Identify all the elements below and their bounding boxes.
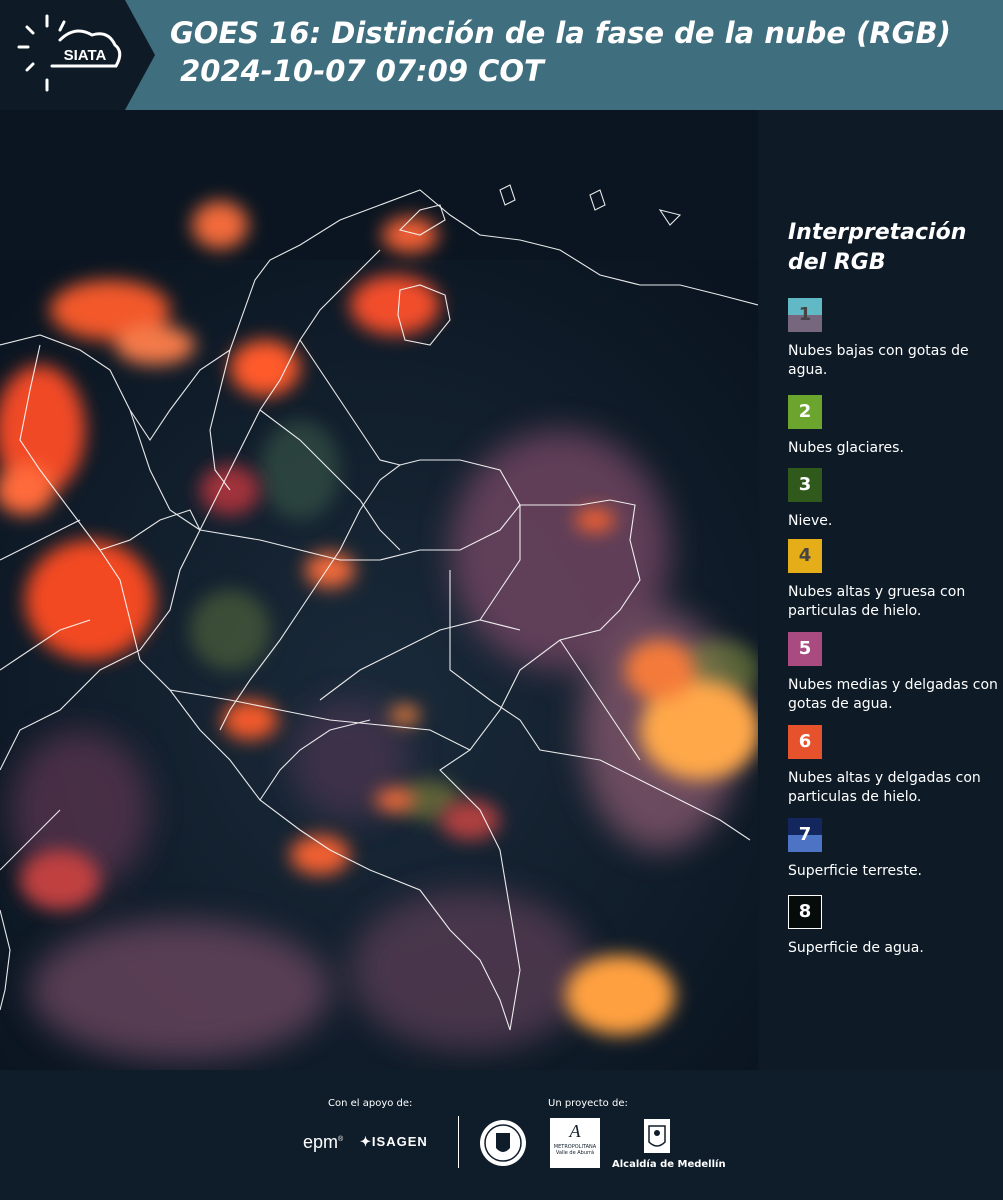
area-logo-swoosh-icon: A: [569, 1121, 581, 1141]
siata-logo-text: SIATA: [64, 47, 107, 64]
page-title: GOES 16: Distinción de la fase de la nub…: [170, 14, 951, 90]
legend-title: Interpretación del RGB: [788, 220, 967, 275]
legend-item-1: 1 Nubes bajas con gotas de agua.: [788, 298, 998, 380]
legend-item-4: 4 Nubes altas y gruesa con particulas de…: [788, 539, 998, 621]
epm-logo-text: epm: [303, 1132, 339, 1152]
isagen-logo-text: ISAGEN: [371, 1134, 428, 1149]
legend-swatch-8: 8: [788, 895, 822, 929]
legend-number-6: 6: [798, 731, 812, 752]
legend-label-4: Nubes altas y gruesa con particulas de h…: [788, 584, 966, 619]
legend-item-8: 8 Superficie de agua.: [788, 895, 998, 958]
legend-label-2: Nubes glaciares.: [788, 440, 904, 456]
seal-icon: [480, 1120, 526, 1166]
legend-item-5: 5 Nubes medias y delgadas con gotas de a…: [788, 632, 998, 714]
satellite-image: [0, 110, 758, 1070]
title-line-2: 2024-10-07 07:09 COT: [170, 54, 544, 88]
satellite-map: [0, 110, 758, 1070]
legend-item-6: 6 Nubes altas y delgadas con particulas …: [788, 725, 998, 807]
legend-swatch-2: 2: [788, 395, 822, 429]
title-line-1: GOES 16: Distinción de la fase de la nub…: [170, 16, 951, 50]
legend-swatch-6: 6: [788, 725, 822, 759]
legend-item-7: 7 Superficie terreste.: [788, 818, 998, 881]
legend-item-3: 3 Nieve.: [788, 468, 998, 531]
footer: Con el apoyo de: Un proyecto de: epm® ✦I…: [0, 1070, 1003, 1200]
legend-number-1: 1: [798, 304, 812, 325]
medellin-shield-icon: [644, 1119, 670, 1153]
legend-number-8: 8: [798, 901, 812, 922]
footer-divider: [458, 1116, 459, 1168]
legend-label-5: Nubes medias y delgadas con gotas de agu…: [788, 677, 998, 712]
legend-swatch-7: 7: [788, 818, 822, 852]
legend-panel: Interpretación del RGB 1 Nubes bajas con…: [760, 110, 1003, 1070]
legend-label-1: Nubes bajas con gotas de agua.: [788, 343, 969, 378]
header: SIATA GOES 16: Distinción de la fase de …: [0, 0, 1003, 110]
legend-swatch-4: 4: [788, 539, 822, 573]
legend-number-5: 5: [798, 638, 812, 659]
legend-swatch-3: 3: [788, 468, 822, 502]
legend-label-3: Nieve.: [788, 513, 833, 529]
legend-number-2: 2: [798, 401, 812, 422]
legend-label-7: Superficie terreste.: [788, 863, 923, 879]
alcaldia-label: Alcaldía de Medellín: [612, 1159, 726, 1170]
isagen-logo: ✦ISAGEN: [360, 1134, 428, 1150]
epm-logo: epm®: [303, 1132, 344, 1152]
legend-item-2: 2 Nubes glaciares.: [788, 395, 998, 458]
legend-swatch-1: 1: [788, 298, 822, 332]
area-metropolitana-logo: A METROPOLITANA Valle de Aburrá: [550, 1118, 600, 1168]
support-label: Con el apoyo de:: [328, 1098, 413, 1109]
legend-label-6: Nubes altas y delgadas con particulas de…: [788, 770, 981, 805]
area-logo-line-2: Valle de Aburrá: [555, 1150, 595, 1156]
siata-logo-panel: SIATA: [0, 0, 155, 110]
isagen-star-icon: ✦: [360, 1134, 372, 1149]
legend-swatch-5: 5: [788, 632, 822, 666]
legend-number-3: 3: [798, 474, 812, 495]
legend-number-7: 7: [798, 824, 812, 845]
legend-label-8: Superficie de agua.: [788, 940, 924, 956]
legend-number-4: 4: [798, 545, 812, 566]
project-label: Un proyecto de:: [548, 1098, 628, 1109]
